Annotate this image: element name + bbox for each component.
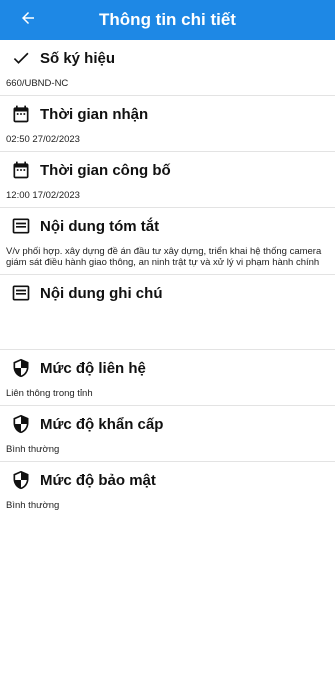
section-value: Bình thường	[6, 444, 60, 455]
calendar-icon	[10, 159, 32, 181]
notes-icon	[10, 282, 32, 304]
section-label: Nội dung tóm tắt	[40, 217, 160, 235]
calendar-icon	[10, 103, 32, 125]
section-noi-dung-ghi-chu: Nội dung ghi chú	[0, 275, 335, 350]
back-button[interactable]	[8, 0, 48, 40]
section-thoi-gian-cong-bo: Thời gian công bố 12:00 17/02/2023	[0, 152, 335, 208]
section-muc-do-khan-cap: Mức độ khẩn cấp Bình thường	[0, 406, 335, 462]
section-muc-do-lien-he: Mức độ liên hệ Liên thông trong tỉnh	[0, 350, 335, 406]
page-title: Thông tin chi tiết	[99, 10, 236, 29]
section-noi-dung-tom-tat: Nội dung tóm tắt V/v phối hợp. xây dựng …	[0, 208, 335, 275]
section-value: 12:00 17/02/2023	[6, 190, 80, 201]
section-muc-do-bao-mat: Mức độ bảo mật Bình thường	[0, 462, 335, 517]
section-label: Thời gian công bố	[40, 161, 171, 179]
section-so-ky-hieu: Số ký hiệu 660/UBND-NC	[0, 40, 335, 96]
section-value: V/v phối hợp. xây dựng đề án đầu tư xây …	[6, 246, 322, 268]
shield-icon	[10, 469, 32, 491]
detail-list: Số ký hiệu 660/UBND-NC Thời gian nhận 02…	[0, 40, 335, 517]
shield-icon	[10, 413, 32, 435]
section-label: Mức độ bảo mật	[40, 471, 156, 489]
section-label: Mức độ khẩn cấp	[40, 415, 164, 433]
section-label: Nội dung ghi chú	[40, 284, 163, 302]
section-label: Số ký hiệu	[40, 49, 116, 67]
section-value: 660/UBND-NC	[6, 78, 69, 89]
shield-icon	[10, 357, 32, 379]
section-value: Bình thường	[6, 500, 60, 511]
section-value: 02:50 27/02/2023	[6, 134, 80, 145]
app-bar: Thông tin chi tiết	[0, 0, 335, 40]
notes-icon	[10, 215, 32, 237]
section-value: Liên thông trong tỉnh	[6, 388, 93, 399]
arrow-left-icon	[19, 9, 37, 32]
section-label: Thời gian nhận	[40, 105, 149, 123]
section-label: Mức độ liên hệ	[40, 359, 146, 377]
check-icon	[10, 47, 32, 69]
section-value	[0, 311, 335, 349]
section-thoi-gian-nhan: Thời gian nhận 02:50 27/02/2023	[0, 96, 335, 152]
